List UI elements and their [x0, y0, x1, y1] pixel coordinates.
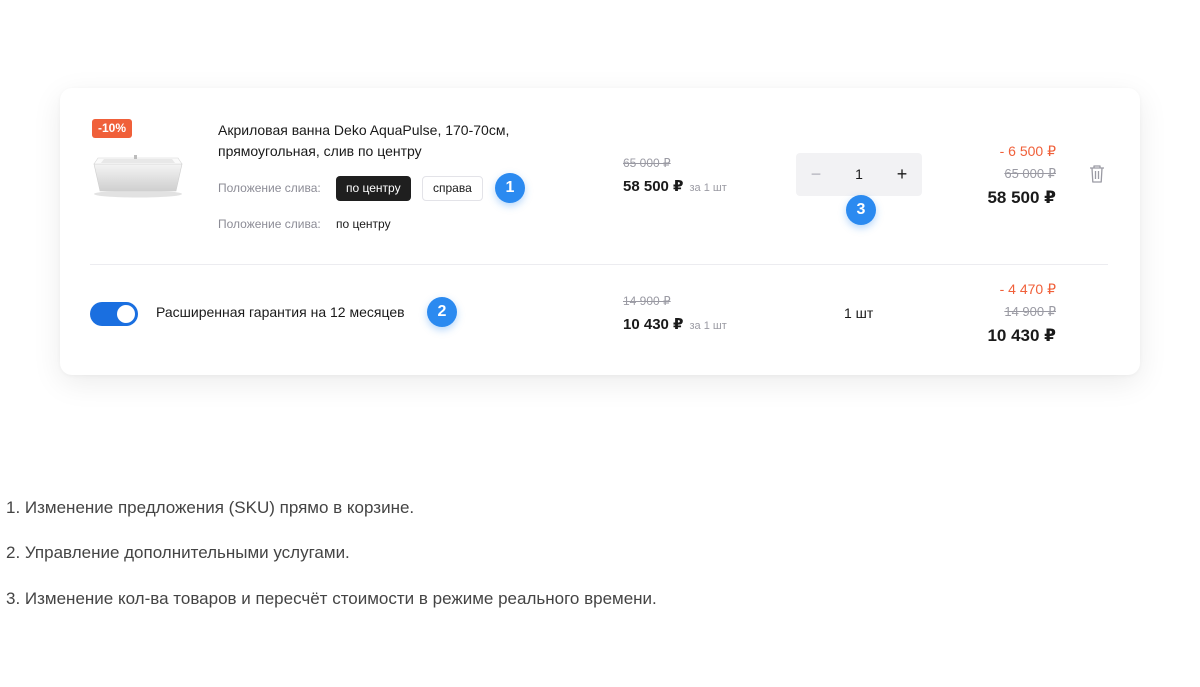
warranty-toggle[interactable] [90, 302, 138, 326]
annotation-marker-2: 2 [427, 297, 457, 327]
bathtub-image [93, 155, 183, 198]
note-item-1: 1. Изменение предложения (SKU) прямо в к… [6, 498, 415, 517]
service-quantity: 1 шт [844, 305, 874, 321]
product-old-price: 65 000 ₽ [623, 156, 671, 170]
product-title: Акриловая ванна Deko AquaPulse, 170-70см… [218, 122, 510, 159]
service-total: 10 430 ₽ [987, 326, 1056, 346]
drain-position-label: Положение слива: [218, 181, 321, 195]
trash-icon[interactable] [1088, 164, 1106, 184]
option-chip-center[interactable]: по центру [336, 176, 411, 201]
product-discount-amount: - 6 500 ₽ [999, 143, 1056, 159]
quantity-value[interactable]: 1 [836, 153, 882, 196]
annotation-marker-3: 3 [846, 195, 876, 225]
note-item-2: 2. Управление дополнительными услугами. [6, 543, 350, 562]
selected-drain-value: по центру [336, 217, 391, 231]
quantity-stepper: − 1 + [796, 153, 922, 196]
service-total-old: 14 900 ₽ [1004, 304, 1056, 319]
cart-card: -10% Акриловая ванна Deko AquaPulse, 170… [60, 88, 1140, 375]
product-price-value: 58 500 ₽ [623, 178, 684, 195]
option-chip-right[interactable]: справа [422, 176, 483, 201]
product-total: 58 500 ₽ [987, 188, 1056, 207]
product-unit-price: 58 500 ₽ за 1 шт [623, 177, 727, 195]
toggle-knob [117, 305, 135, 323]
service-unit-price: 10 430 ₽ за 1 шт [623, 315, 727, 333]
note-item-3: 3. Изменение кол-ва товаров и пересчёт с… [6, 589, 657, 608]
selected-drain-label: Положение слива: [218, 217, 321, 231]
service-total-value: 10 430 ₽ [987, 326, 1056, 345]
decrease-quantity-button[interactable]: − [796, 153, 836, 196]
service-old-price: 14 900 ₽ [623, 294, 671, 308]
product-per-unit: за 1 шт [689, 182, 727, 194]
service-per-unit: за 1 шт [689, 320, 727, 332]
annotation-marker-1: 1 [495, 173, 525, 203]
product-total-old: 65 000 ₽ [1004, 166, 1056, 181]
discount-badge: -10% [92, 119, 133, 138]
service-discount-amount: - 4 470 ₽ [999, 281, 1056, 297]
warranty-label: Расширенная гарантия на 12 месяцев [156, 304, 405, 320]
service-price-value: 10 430 ₽ [623, 316, 684, 333]
row-divider [90, 264, 1108, 265]
increase-quantity-button[interactable]: + [882, 153, 922, 196]
